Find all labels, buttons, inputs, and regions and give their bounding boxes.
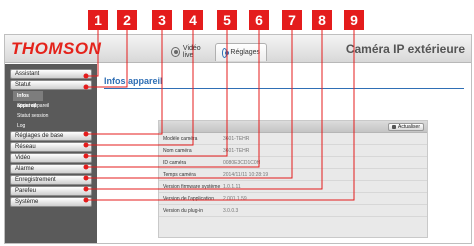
row-value: 0080E3CD1C0H — [223, 159, 261, 166]
info-row: Version de l'application 2.001.1.59 — [159, 193, 427, 205]
sidebar-subitem-session-status[interactable]: Statut session — [13, 111, 97, 121]
row-value: 2014/11/11 10:28:19 — [223, 171, 269, 178]
sidebar-item-assistant[interactable]: Assistant — [10, 69, 92, 79]
row-value: 2.001.1.59 — [223, 195, 247, 202]
row-value: 1.0.1.11 — [223, 183, 241, 190]
device-info-panel: Actualiser Modèle caméra 3601-TEHR Nom c… — [158, 120, 428, 238]
sidebar-subitem-log[interactable]: Log — [13, 121, 97, 131]
row-label: Modèle caméra — [163, 135, 198, 142]
sidebar-item-video[interactable]: Vidéo — [10, 153, 92, 163]
sidebar-subitem-device-info[interactable]: Infos appareil — [13, 91, 43, 109]
row-value: 3601-TEHR — [223, 147, 250, 154]
callout-1: 1 — [88, 10, 108, 30]
app-title: Caméra IP extérieure — [345, 42, 465, 56]
refresh-icon — [392, 124, 397, 129]
row-label: Version du plug-in — [163, 207, 204, 214]
panel-header: Actualiser — [159, 121, 427, 133]
info-row: Modèle caméra 3601-TEHR — [159, 133, 427, 145]
sidebar-item-system[interactable]: Système — [10, 197, 92, 207]
sidebar-subitem-device-status[interactable]: Statut appareil — [13, 101, 97, 111]
main-content: Infos appareil Actualiser Modèle caméra … — [98, 64, 471, 243]
row-label: Temps caméra — [163, 171, 196, 178]
callout-9: 9 — [344, 10, 364, 30]
row-value: 3.0.0.3 — [223, 207, 239, 214]
tab-live-video[interactable]: Vidéo live — [165, 43, 215, 61]
row-label: Version firmware système — [163, 183, 221, 190]
info-row: Temps caméra 2014/11/11 10:28:19 — [159, 169, 427, 181]
info-row: Version du plug-in 3.0.0.3 — [159, 205, 427, 217]
callout-7: 7 — [282, 10, 302, 30]
tab-label: Vidéo live — [182, 45, 201, 59]
row-label: Version de l'application — [163, 195, 214, 202]
sidebar-item-recording[interactable]: Enregistrement — [10, 175, 92, 185]
refresh-label: Actualiser — [398, 124, 420, 130]
sidebar-item-basic-settings[interactable]: Réglages de base — [10, 131, 92, 141]
sidebar-item-alarm[interactable]: Alarme — [10, 164, 92, 174]
tab-label: Réglages — [230, 49, 260, 56]
app-window: THOMSON Vidéo live Réglages Caméra IP ex… — [4, 34, 472, 244]
row-value: 3601-TEHR — [223, 135, 250, 142]
page-title: Infos appareil — [104, 76, 163, 86]
info-row: Nom caméra 3601-TEHR — [159, 145, 427, 157]
info-row: ID caméra 0080E3CD1C0H — [159, 157, 427, 169]
row-label: ID caméra — [163, 159, 187, 166]
gear-icon — [222, 47, 230, 58]
sidebar-item-firewall[interactable]: Parefeu — [10, 186, 92, 196]
brand-logo: THOMSON — [11, 39, 102, 58]
callout-4: 4 — [183, 10, 203, 30]
callout-8: 8 — [312, 10, 332, 30]
sidebar-item-status[interactable]: Statut — [10, 80, 92, 90]
tab-settings[interactable]: Réglages — [215, 43, 267, 61]
callout-3: 3 — [152, 10, 172, 30]
title-divider — [104, 88, 464, 89]
info-row: Version firmware système 1.0.1.11 — [159, 181, 427, 193]
refresh-button[interactable]: Actualiser — [388, 123, 424, 131]
sidebar: Assistant Statut Infos appareil Statut a… — [5, 64, 97, 243]
sidebar-item-network[interactable]: Réseau — [10, 142, 92, 152]
callout-5: 5 — [217, 10, 237, 30]
callout-2: 2 — [117, 10, 137, 30]
camera-icon — [171, 47, 180, 57]
callout-6: 6 — [249, 10, 269, 30]
top-bar: THOMSON Vidéo live Réglages Caméra IP ex… — [5, 35, 471, 63]
row-label: Nom caméra — [163, 147, 192, 154]
